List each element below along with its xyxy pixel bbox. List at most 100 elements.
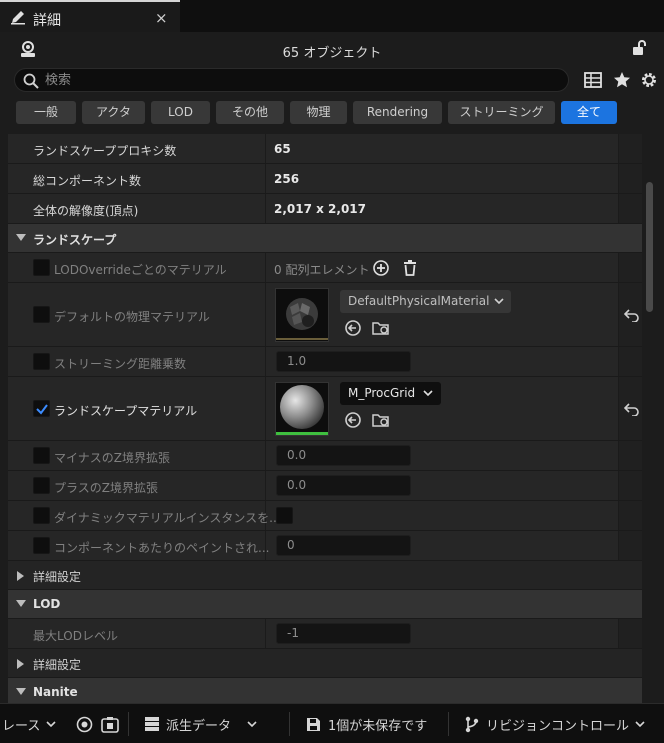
search-input[interactable] bbox=[45, 71, 545, 89]
tab-bar: 詳細 × bbox=[0, 0, 664, 32]
landscape-advanced-expander[interactable]: 詳細設定 bbox=[8, 561, 642, 590]
add-element-icon[interactable] bbox=[372, 259, 390, 277]
chevron-right-icon bbox=[17, 571, 24, 581]
expander-label: 詳細設定 bbox=[33, 658, 82, 672]
neg-z-input[interactable]: 0.0 bbox=[276, 445, 411, 466]
browse-folder-icon[interactable] bbox=[372, 411, 390, 429]
derived-data-menu[interactable]: 派生データ bbox=[144, 704, 257, 743]
filter-rendering[interactable]: Rendering bbox=[353, 101, 442, 124]
use-selected-icon[interactable] bbox=[344, 319, 362, 337]
search-icon bbox=[23, 73, 39, 89]
filter-other[interactable]: その他 bbox=[216, 101, 284, 124]
dyn-mat-checkbox[interactable] bbox=[33, 507, 50, 524]
info-row-component-count: 総コンポーネント数 256 bbox=[8, 164, 642, 194]
category-title: ランドスケープ bbox=[33, 233, 117, 247]
streaming-input[interactable]: 1.0 bbox=[276, 351, 411, 372]
checkmark-icon bbox=[36, 404, 48, 415]
row-label: プラスのZ境界拡張 bbox=[54, 481, 158, 495]
row-label: ストリーミング距離乗数 bbox=[54, 357, 187, 371]
row-negative-z-extent: マイナスのZ境界拡張 0.0 bbox=[8, 441, 642, 471]
row-streaming-distance: ストリーミング距離乗数 1.0 bbox=[8, 347, 642, 377]
record-icon[interactable] bbox=[76, 716, 93, 733]
info-row-resolution: 全体の解像度(頂点) 2,017 x 2,017 bbox=[8, 194, 642, 224]
object-header: 65 オブジェクト bbox=[0, 32, 664, 66]
derived-data-label: 派生データ bbox=[166, 718, 232, 734]
pos-z-checkbox[interactable] bbox=[33, 477, 50, 494]
category-title: Nanite bbox=[33, 685, 78, 699]
paint-checkbox[interactable] bbox=[33, 537, 50, 554]
use-selected-icon[interactable] bbox=[344, 411, 362, 429]
row-label: ダイナミックマテリアルインスタンスを... bbox=[54, 511, 281, 525]
chevron-down-icon bbox=[16, 600, 26, 607]
row-label: マイナスのZ境界拡張 bbox=[54, 451, 170, 465]
chevron-down-icon bbox=[423, 390, 433, 397]
neg-z-checkbox[interactable] bbox=[33, 447, 50, 464]
dyn-mat-value-checkbox[interactable] bbox=[276, 507, 293, 524]
chevron-down-icon bbox=[494, 298, 504, 305]
filter-general[interactable]: 一般 bbox=[16, 101, 76, 124]
streaming-checkbox[interactable] bbox=[33, 353, 50, 370]
unlock-icon[interactable] bbox=[630, 39, 648, 57]
material-combo[interactable]: M_ProcGrid bbox=[340, 382, 441, 405]
pos-z-input[interactable]: 0.0 bbox=[276, 475, 411, 496]
lod-override-checkbox[interactable] bbox=[33, 259, 50, 276]
row-label: 最大LODレベル bbox=[33, 629, 118, 643]
database-icon bbox=[145, 717, 159, 731]
row-landscape-material: ランドスケープマテリアル M_ProcGrid bbox=[8, 377, 642, 441]
category-landscape[interactable]: ランドスケープ bbox=[8, 224, 642, 253]
row-label: コンポーネントあたりのペイントされ... bbox=[54, 541, 270, 555]
gear-icon[interactable] bbox=[639, 70, 659, 90]
row-label: ランドスケープマテリアル bbox=[54, 404, 198, 418]
trace-label: レース bbox=[2, 718, 41, 734]
filter-actor[interactable]: アクタ bbox=[82, 101, 145, 124]
revision-label: リビジョンコントロール bbox=[486, 718, 630, 734]
unsaved-label: 1個が未保存です bbox=[328, 718, 428, 734]
row-label: LODOverrideごとのマテリアル bbox=[54, 263, 227, 277]
star-icon[interactable] bbox=[612, 70, 632, 90]
reset-to-default-icon[interactable] bbox=[624, 402, 640, 416]
default-phys-checkbox[interactable] bbox=[33, 306, 50, 323]
filter-physics[interactable]: 物理 bbox=[290, 101, 347, 124]
paint-input[interactable]: 0 bbox=[276, 535, 411, 556]
property-list: ランドスケーププロキシ数 65 総コンポーネント数 256 全体の解像度(頂点)… bbox=[8, 134, 642, 703]
status-bar: レース 派生データ 1個が未保存です リビジョンコントロール bbox=[0, 703, 664, 743]
filter-streaming[interactable]: ストリーミング bbox=[448, 101, 555, 124]
object-count: 65 オブジェクト bbox=[282, 46, 382, 61]
trash-icon[interactable] bbox=[401, 259, 419, 277]
material-thumbnail[interactable] bbox=[275, 382, 329, 436]
pencil-icon bbox=[11, 11, 25, 25]
row-label: ランドスケーププロキシ数 bbox=[33, 144, 177, 158]
trace-menu[interactable]: レース bbox=[2, 704, 56, 743]
row-label: デフォルトの物理マテリアル bbox=[54, 310, 210, 324]
category-lod[interactable]: LOD bbox=[8, 590, 642, 619]
max-lod-input[interactable]: -1 bbox=[276, 623, 411, 644]
combo-value: M_ProcGrid bbox=[348, 386, 416, 400]
landscape-material-checkbox[interactable] bbox=[33, 400, 50, 417]
tab-details[interactable]: 詳細 × bbox=[0, 0, 180, 32]
row-paint-per-component: コンポーネントあたりのペイントされ... 0 bbox=[8, 531, 642, 561]
details-panel: 65 オブジェクト 一般 アクタ LOD その他 物理 Rendering スト… bbox=[0, 32, 664, 703]
row-dynamic-material-instance: ダイナミックマテリアルインスタンスを... bbox=[8, 501, 642, 531]
browse-folder-icon[interactable] bbox=[372, 319, 390, 337]
close-icon[interactable]: × bbox=[155, 9, 168, 27]
filter-all[interactable]: 全て bbox=[561, 101, 617, 124]
physmat-thumbnail[interactable] bbox=[275, 288, 329, 342]
filter-lod[interactable]: LOD bbox=[151, 101, 210, 124]
row-label: 総コンポーネント数 bbox=[33, 174, 142, 188]
expander-label: 詳細設定 bbox=[33, 570, 82, 584]
revision-control-menu[interactable]: リビジョンコントロール bbox=[465, 704, 645, 743]
category-nanite[interactable]: Nanite bbox=[8, 678, 642, 703]
search-box[interactable] bbox=[14, 68, 569, 92]
separator bbox=[448, 712, 449, 736]
chevron-down-icon bbox=[635, 720, 645, 727]
tab-title: 詳細 bbox=[33, 13, 61, 29]
physmat-combo[interactable]: DefaultPhysicalMaterial bbox=[340, 290, 511, 313]
row-value: 256 bbox=[274, 172, 300, 186]
reset-to-default-icon[interactable] bbox=[624, 308, 640, 322]
table-view-icon[interactable] bbox=[583, 70, 603, 90]
unsaved-indicator[interactable]: 1個が未保存です bbox=[306, 704, 427, 743]
separator bbox=[289, 712, 290, 736]
screenshot-icon[interactable] bbox=[101, 716, 119, 733]
lod-advanced-expander[interactable]: 詳細設定 bbox=[8, 649, 642, 678]
scrollbar-thumb[interactable] bbox=[646, 182, 653, 312]
